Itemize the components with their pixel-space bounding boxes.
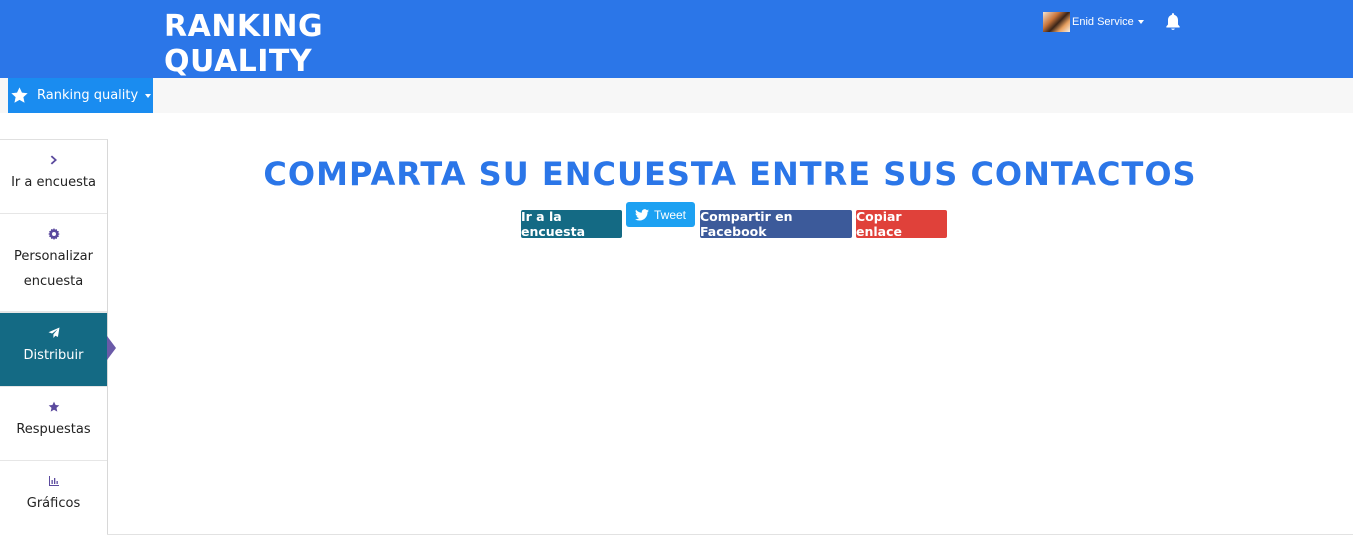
paper-plane-icon — [48, 327, 59, 338]
top-navbar: RANKING QUALITY Enid Service — [0, 0, 1353, 79]
share-facebook-button[interactable]: Compartir en Facebook — [700, 209, 852, 239]
star-icon — [48, 401, 59, 412]
sidebar-item-label: Personalizar — [13, 249, 93, 264]
page-title: COMPARTA SU ENCUESTA ENTRE SUS CONTACTOS — [263, 155, 1197, 193]
bar-chart-icon — [48, 476, 59, 486]
caret-down-icon — [145, 93, 152, 98]
sidebar-item-respuestas[interactable]: Respuestas — [0, 387, 107, 462]
sidebar: Ir a encuesta Personalizar encuesta Dist… — [0, 139, 108, 535]
sidebar-item-distribuir[interactable]: Distribuir — [0, 313, 107, 388]
chevron-right-icon — [50, 155, 57, 165]
user-name: Enid Service — [1072, 16, 1134, 28]
logo-line-2: QUALITY — [164, 44, 313, 79]
sidebar-item-label: Respuestas — [16, 422, 91, 437]
avatar — [1043, 12, 1070, 32]
tweet-label: Tweet — [653, 207, 686, 222]
sidebar-item-label: Distribuir — [23, 348, 84, 363]
tweet-button[interactable]: Tweet — [626, 202, 695, 227]
twitter-icon — [634, 208, 649, 221]
copy-link-button[interactable]: Copiar enlace — [856, 209, 947, 239]
user-menu[interactable]: Enid Service — [1043, 12, 1144, 32]
star-icon — [11, 87, 28, 103]
sidebar-item-ir-a-encuesta[interactable]: Ir a encuesta — [0, 140, 107, 215]
gear-icon — [47, 228, 60, 240]
sidebar-item-label: Ir a encuesta — [11, 175, 96, 190]
app-logo[interactable]: RANKING QUALITY — [164, 9, 323, 79]
sub-toolbar — [0, 78, 1353, 113]
divider — [107, 534, 1353, 535]
go-to-survey-button[interactable]: Ir a la encuesta — [521, 209, 622, 239]
sidebar-item-graficos[interactable]: Gráficos — [0, 461, 107, 535]
logo-line-1: RANKING — [164, 9, 324, 44]
sidebar-item-label: encuesta — [23, 274, 84, 289]
sidebar-item-personalizar[interactable]: Personalizar encuesta — [0, 214, 107, 313]
caret-down-icon — [1137, 20, 1144, 24]
sidebar-item-label: Gráficos — [26, 496, 81, 511]
project-label: Ranking quality — [37, 88, 139, 103]
project-dropdown[interactable]: Ranking quality — [8, 78, 153, 113]
bell-icon[interactable] — [1164, 12, 1182, 32]
active-pointer — [107, 336, 116, 360]
